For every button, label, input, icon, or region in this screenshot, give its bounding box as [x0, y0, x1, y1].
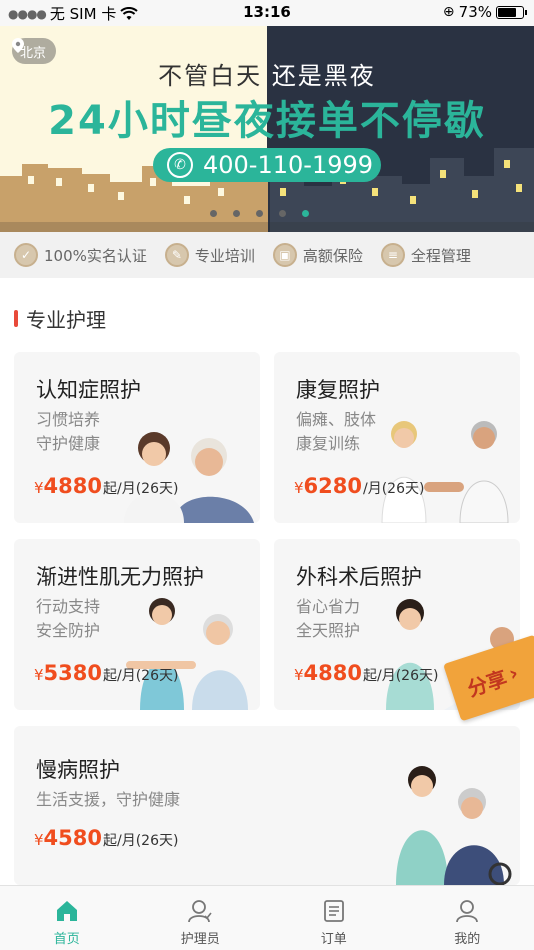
price-value: 4880 [303, 661, 362, 685]
card-desc-line: 生活支援，守护健康 [36, 790, 181, 809]
price-currency: ¥ [294, 479, 304, 497]
banner-subtitle: 不管白天 还是黑夜 [0, 56, 534, 91]
price-currency: ¥ [34, 479, 44, 497]
battery-percent: 73% [458, 3, 492, 21]
feature-training: ✎ 专业培训 [164, 243, 255, 267]
rehab-photo [381, 421, 509, 523]
card-desc: 习惯培养 守护健康 [36, 408, 100, 456]
caregiver-icon [188, 900, 212, 923]
tab-label: 首页 [53, 932, 80, 947]
price-currency: ¥ [34, 666, 44, 684]
price-value: 6280 [303, 474, 362, 498]
feature-label: 全程管理 [410, 246, 471, 265]
tab-label: 我的 [454, 932, 481, 947]
carousel-dot[interactable] [256, 210, 263, 217]
tab-label: 护理员 [180, 932, 220, 947]
hotline-button[interactable]: ✆ 400-110-1999 [153, 148, 381, 182]
card-title: 康复照护 [296, 378, 380, 402]
card-price: ¥ 4880 起/月(26天) [34, 474, 178, 498]
training-icon: ✎ [164, 243, 189, 267]
carousel-dot[interactable] [210, 210, 217, 217]
orders-icon [323, 900, 344, 922]
service-card-chronic[interactable]: 慢病照护 生活支援，守护健康 ¥ 4580 起/月(26天) [14, 726, 520, 885]
banner-subtitle-night: 还是黑夜 [271, 62, 376, 90]
feature-insurance: ▣ 高额保险 [272, 243, 363, 267]
section-title: 专业护理 [14, 304, 106, 333]
price-value: 4880 [43, 474, 102, 498]
verified-icon: ✓ [14, 243, 38, 267]
card-desc-line: 偏瘫、肢体 [296, 410, 377, 429]
card-title: 认知症照护 [36, 378, 141, 402]
orientation-lock-icon: ⊕ [442, 4, 455, 20]
card-desc-line: 全天照护 [296, 621, 361, 640]
price-unit: 起/月(26天) [103, 833, 179, 849]
card-price: ¥ 4880 起/月(26天) [294, 661, 438, 685]
management-icon: ≡ [380, 243, 405, 267]
tab-profile[interactable]: 我的 [401, 886, 534, 950]
price-value: 5380 [43, 661, 102, 685]
battery-icon [496, 5, 527, 19]
exercise-photo [126, 598, 248, 710]
location-pin-icon [12, 38, 24, 53]
card-price: ¥ 4580 起/月(26天) [34, 826, 178, 850]
phone-icon: ✆ [167, 152, 193, 178]
status-right: ⊕ 73% [442, 3, 527, 21]
share-label: 分享 [464, 665, 510, 701]
service-card-dementia[interactable]: 认知症照护 习惯培养 守护健康 ¥ 4880 起/月(26天) [14, 352, 260, 523]
tab-home[interactable]: 首页 [0, 886, 134, 950]
card-desc-line: 行动支持 [36, 597, 101, 616]
card-desc-line: 安全防护 [36, 621, 101, 640]
card-price: ¥ 6280 /月(26天) [294, 474, 424, 498]
card-title: 外科术后照护 [296, 565, 422, 589]
card-title: 渐进性肌无力照护 [36, 565, 204, 589]
card-desc: 偏瘫、肢体 康复训练 [296, 408, 376, 456]
status-bar: ●●●● 无 SIM 卡 13:16 ⊕ 73% [0, 0, 534, 26]
section-title-text: 专业护理 [26, 308, 106, 332]
price-unit: 起/月(26天) [103, 668, 179, 684]
card-desc: 生活支援，守护健康 [36, 788, 180, 812]
feature-management: ≡ 全程管理 [380, 243, 471, 267]
price-unit: 起/月(26天) [103, 481, 179, 497]
price-value: 4580 [43, 826, 102, 850]
home-icon [56, 901, 77, 921]
service-card-rehab[interactable]: 康复照护 偏瘫、肢体 康复训练 ¥ 6280 /月(26天) [274, 352, 520, 523]
features-strip: ✓ 100%实名认证 ✎ 专业培训 ▣ 高额保险 ≡ 全程管理 [0, 232, 534, 278]
carousel-dot[interactable] [279, 210, 286, 217]
promo-banner[interactable]: 北京 不管白天 还是黑夜 24小时昼夜接单不停歇 ✆ 400-110-1999 [0, 26, 534, 232]
profile-icon [456, 900, 479, 923]
carousel-indicator [210, 210, 309, 217]
insurance-icon: ▣ [272, 243, 297, 267]
card-desc: 省心省力 全天照护 [296, 595, 360, 643]
card-title: 慢病照护 [36, 758, 120, 782]
service-card-myasthenia[interactable]: 渐进性肌无力照护 行动支持 安全防护 ¥ 5380 起/月(26天) [14, 539, 260, 710]
card-desc-line: 康复训练 [296, 434, 361, 453]
banner-subtitle-day: 不管白天 [158, 62, 263, 90]
carousel-dot[interactable] [233, 210, 240, 217]
tab-orders[interactable]: 订单 [267, 886, 401, 950]
tab-label: 订单 [320, 932, 347, 947]
feature-label: 高额保险 [302, 246, 363, 265]
price-currency: ¥ [294, 666, 304, 684]
feature-verified: ✓ 100%实名认证 [14, 243, 147, 267]
bottom-tab-bar: 首页 护理员 订单 我的 [0, 885, 534, 950]
feature-label: 专业培训 [194, 246, 255, 265]
price-currency: ¥ [34, 831, 44, 849]
carousel-dot-active[interactable] [302, 210, 309, 217]
card-price: ¥ 5380 起/月(26天) [34, 661, 178, 685]
price-unit: /月(26天) [363, 481, 425, 497]
card-desc-line: 习惯培养 [36, 410, 101, 429]
card-desc-line: 守护健康 [36, 434, 101, 453]
banner-headline: 24小时昼夜接单不停歇 [48, 98, 486, 144]
price-unit: 起/月(26天) [363, 668, 439, 684]
hotline-number: 400-110-1999 [203, 151, 374, 179]
tab-caregiver[interactable]: 护理员 [134, 886, 268, 950]
section-title-bar [14, 310, 18, 327]
card-desc: 行动支持 安全防护 [36, 595, 100, 643]
card-desc-line: 省心省力 [296, 597, 361, 616]
feature-label: 100%实名认证 [44, 246, 147, 265]
chronic-care-photo [396, 766, 512, 885]
